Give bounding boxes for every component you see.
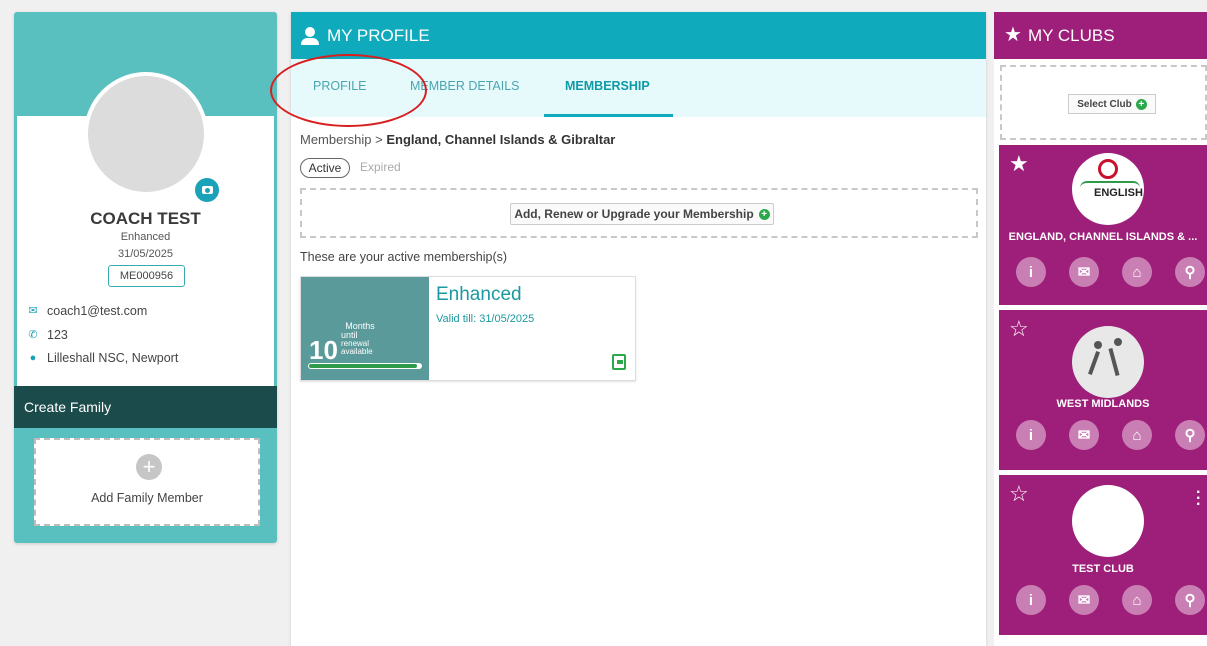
plus-icon: +: [1135, 98, 1147, 110]
map-icon[interactable]: ⚲: [1175, 585, 1205, 615]
contact-phone: ✆ 123: [28, 328, 68, 342]
select-club-area: Select Club +: [1000, 65, 1207, 140]
mail-icon[interactable]: ✉: [1069, 257, 1099, 287]
club-actions: i ✉ ⌂ ⚲: [1016, 257, 1205, 287]
club-name: ENGLAND, CHANNEL ISLANDS & ...: [1008, 231, 1198, 243]
renewal-progress-fill: [309, 364, 418, 368]
filter-expired[interactable]: Expired: [360, 158, 401, 178]
location-icon: ●: [29, 352, 37, 364]
months-number: 10: [309, 335, 338, 365]
my-clubs-title: MY CLUBS: [1027, 26, 1115, 45]
my-clubs-panel: ★ MY CLUBS Select Club + ★ ENGLISH ENGLA…: [994, 12, 1207, 646]
home-icon[interactable]: ⌂: [1122, 585, 1152, 615]
my-profile-header: MY PROFILE: [291, 12, 986, 59]
star-icon[interactable]: ☆: [1009, 483, 1029, 505]
member-id-badge: ME000956: [108, 265, 185, 287]
location-text: Lilleshall NSC, Newport: [47, 351, 179, 365]
club-actions: i ✉ ⌂ ⚲: [1016, 585, 1205, 615]
create-family-header: Create Family: [14, 386, 277, 428]
select-club-label: Select Club: [1077, 98, 1132, 110]
club-name: TEST CLUB: [1072, 563, 1134, 575]
contact-location: ● Lilleshall NSC, Newport: [28, 351, 179, 365]
active-memberships-label: These are your active membership(s): [300, 250, 508, 264]
phone-text: 123: [47, 328, 68, 342]
select-club-button[interactable]: Select Club +: [1068, 94, 1156, 114]
filter-active[interactable]: Active: [300, 158, 350, 178]
breadcrumb-current: England, Channel Islands & Gibraltar: [386, 132, 616, 147]
membership-card[interactable]: Months until 10 renewal available Enhanc…: [300, 276, 636, 381]
club-card[interactable]: ☆ WEST MIDLANDS i ✉ ⌂ ⚲: [999, 310, 1207, 470]
membership-level: Enhanced: [120, 231, 171, 243]
membership-date: 31/05/2025: [117, 248, 174, 260]
active-tab-indicator: [544, 114, 673, 117]
add-family-member-label: Add Family Member: [91, 491, 203, 505]
user-icon: [301, 26, 319, 45]
tab-membership[interactable]: MEMBERSHIP: [565, 79, 650, 93]
map-icon[interactable]: ⚲: [1175, 420, 1205, 450]
club-logo-text: ENGLISH: [1094, 187, 1143, 199]
my-profile-title: MY PROFILE: [327, 26, 430, 45]
camera-icon[interactable]: [193, 176, 221, 204]
star-icon[interactable]: ☆: [1009, 318, 1029, 340]
info-icon[interactable]: i: [1016, 257, 1046, 287]
home-icon[interactable]: ⌂: [1122, 420, 1152, 450]
months-label: Months: [345, 321, 375, 331]
mail-icon[interactable]: ✉: [1069, 585, 1099, 615]
membership-valid-till: Valid till: 31/05/2025: [436, 313, 535, 325]
info-icon[interactable]: i: [1016, 420, 1046, 450]
email-text: coach1@test.com: [47, 304, 148, 318]
breadcrumb: Membership > England, Channel Islands & …: [300, 132, 615, 147]
highlight-annotation: [270, 54, 427, 127]
club-card[interactable]: ★ ENGLISH ENGLAND, CHANNEL ISLANDS & ...…: [999, 145, 1207, 305]
profile-name: COACH TEST: [90, 209, 201, 228]
club-actions: i ✉ ⌂ ⚲: [1016, 420, 1205, 450]
info-icon[interactable]: i: [1016, 585, 1046, 615]
add-renew-upgrade-button[interactable]: Add, Renew or Upgrade your Membership +: [510, 203, 774, 225]
renewal-progress-bar: [308, 363, 422, 369]
email-icon: ✉: [28, 305, 38, 317]
club-logo: [1072, 485, 1144, 557]
more-options-icon[interactable]: · · ·: [1196, 485, 1201, 513]
card-icon[interactable]: [612, 354, 626, 370]
club-card[interactable]: ☆ · · · TEST CLUB i ✉ ⌂ ⚲: [999, 475, 1207, 635]
membership-title: Enhanced: [436, 284, 522, 305]
map-icon[interactable]: ⚲: [1175, 257, 1205, 287]
add-renew-area: Add, Renew or Upgrade your Membership +: [300, 188, 978, 238]
star-icon[interactable]: ★: [1009, 153, 1029, 175]
plus-icon: +: [758, 208, 770, 220]
contact-email: ✉ coach1@test.com: [28, 304, 147, 318]
profile-sidebar: COACH TEST Enhanced 31/05/2025 ME000956 …: [14, 12, 277, 543]
add-family-member-button[interactable]: + Add Family Member: [34, 438, 260, 526]
mail-icon[interactable]: ✉: [1069, 420, 1099, 450]
club-logo: [1072, 326, 1144, 398]
breadcrumb-root[interactable]: Membership: [300, 132, 372, 147]
renewal-countdown: Months until 10 renewal available: [301, 277, 429, 380]
phone-icon: ✆: [28, 329, 38, 341]
home-icon[interactable]: ⌂: [1122, 257, 1152, 287]
add-renew-label: Add, Renew or Upgrade your Membership: [514, 207, 754, 221]
breadcrumb-separator: >: [375, 132, 383, 147]
avatar[interactable]: [84, 72, 208, 196]
club-name: WEST MIDLANDS: [1056, 398, 1150, 410]
my-clubs-header: ★ MY CLUBS: [994, 12, 1207, 59]
available-label: available: [341, 347, 373, 356]
plus-icon: +: [136, 454, 162, 480]
star-icon: ★: [1004, 24, 1022, 46]
club-logo: ENGLISH: [1072, 153, 1144, 225]
